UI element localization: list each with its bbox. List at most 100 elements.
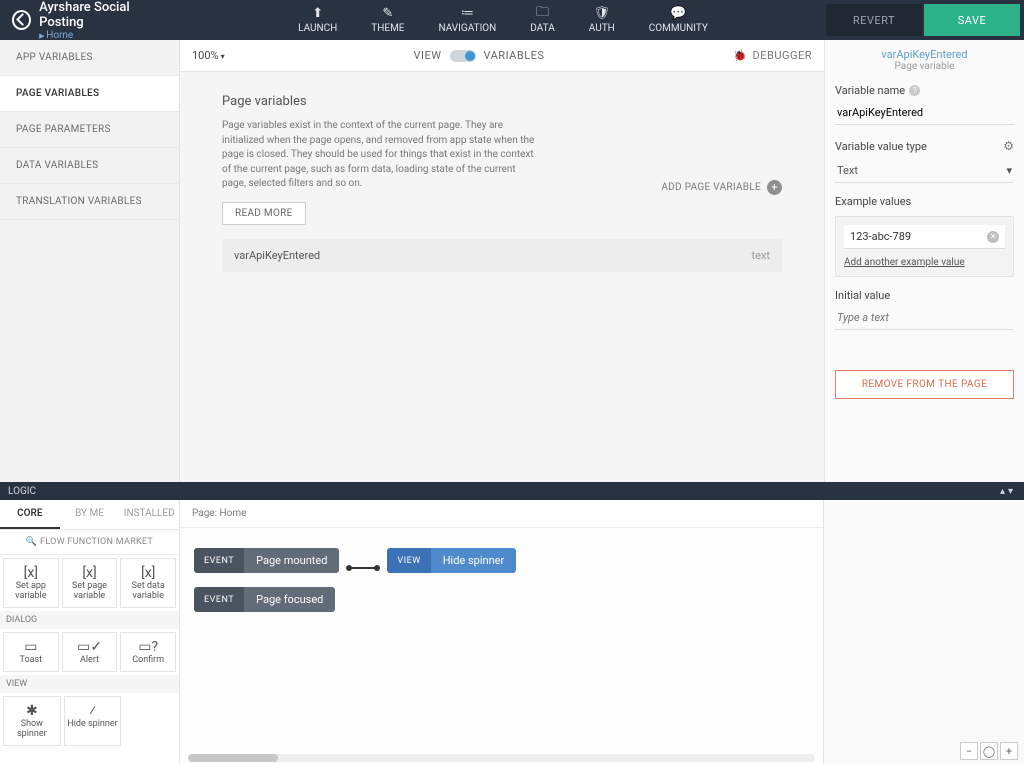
tile-set-data-variable[interactable]: [x]Set data variable: [120, 558, 176, 608]
canvas: 100% VIEW VARIABLES 🐞DEBUGGER Page varia…: [180, 40, 824, 482]
variable-icon: [x]: [6, 565, 56, 581]
tile-toast[interactable]: ▭Toast: [3, 632, 59, 672]
properties-panel: varApiKeyEntered Page variable Variable …: [824, 40, 1024, 482]
canvas-toolbar: 100% VIEW VARIABLES 🐞DEBUGGER: [180, 40, 824, 72]
leftnav-data-variables[interactable]: DATA VARIABLES: [0, 148, 179, 184]
tile-alert[interactable]: ▭✓Alert: [62, 632, 118, 672]
nav-navigation[interactable]: ≔NAVIGATION: [438, 7, 496, 34]
plus-icon: +: [767, 180, 782, 195]
remove-example-icon[interactable]: ✕: [987, 231, 999, 243]
view-label: VIEW: [414, 49, 442, 62]
chevron-down-icon: ▾: [1006, 164, 1012, 177]
variables-label: VARIABLES: [484, 49, 545, 62]
page-variables-title: Page variables: [222, 94, 782, 109]
logic-drawer-bar[interactable]: LOGIC ▴▾: [0, 482, 1024, 500]
leftnav-translation-variables[interactable]: TRANSLATION VARIABLES: [0, 184, 179, 220]
tile-hide-spinner[interactable]: ⁄Hide spinner: [64, 696, 122, 746]
nav-data[interactable]: 🗀DATA: [530, 7, 554, 34]
example-values-label: Example values: [835, 195, 1014, 208]
spinner-icon: ✱: [6, 703, 58, 719]
nav-launch[interactable]: ⬆LAUNCH: [298, 7, 337, 34]
tile-set-page-variable[interactable]: [x]Set page variable: [62, 558, 118, 608]
save-button[interactable]: SAVE: [924, 4, 1020, 36]
node-page-focused[interactable]: EVENTPage focused: [194, 587, 335, 612]
leftnav-app-variables[interactable]: APP VARIABLES: [0, 40, 179, 76]
gear-icon[interactable]: ⚙: [1003, 139, 1014, 153]
zoom-in-button[interactable]: +: [1000, 742, 1018, 760]
logic-canvas: Page: Home EVENTPage mounted VIEWHide sp…: [180, 500, 824, 764]
node-hide-spinner[interactable]: VIEWHide spinner: [387, 548, 516, 573]
tile-set-app-variable[interactable]: [x]Set app variable: [3, 558, 59, 608]
tile-show-spinner[interactable]: ✱Show spinner: [3, 696, 61, 746]
variable-type-label: Variable value type: [835, 140, 927, 153]
top-bar: Ayrshare Social Posting Home ⬆LAUNCH ✎TH…: [0, 0, 1024, 40]
logic-tab-installed[interactable]: INSTALLED: [119, 500, 179, 529]
app-title: Ayrshare Social Posting: [39, 0, 170, 30]
variable-row-name: varApiKeyEntered: [234, 249, 320, 262]
logic-properties-panel: [824, 500, 1024, 764]
tile-confirm[interactable]: ▭?Confirm: [120, 632, 176, 672]
node-page-mounted[interactable]: EVENTPage mounted: [194, 548, 339, 573]
leftnav-page-variables[interactable]: PAGE VARIABLES: [0, 76, 179, 112]
help-icon[interactable]: ?: [909, 85, 920, 96]
shield-icon: 🛡: [589, 7, 615, 21]
selected-variable-kind: Page variable: [835, 61, 1014, 72]
hide-spinner-icon: ⁄: [67, 703, 119, 719]
app-identity: Ayrshare Social Posting Home: [0, 0, 180, 41]
variable-icon: [x]: [123, 565, 173, 581]
zoom-select[interactable]: 100%: [192, 49, 225, 62]
upload-icon: ⬆: [298, 7, 337, 21]
example-values-box: 123-abc-789✕ Add another example value: [835, 216, 1014, 277]
initial-value-label: Initial value: [835, 289, 1014, 302]
add-example-link[interactable]: Add another example value: [844, 257, 1005, 268]
page-variables-desc: Page variables exist in the context of t…: [222, 119, 542, 192]
view-variables-toggle[interactable]: VIEW VARIABLES: [414, 49, 545, 62]
logic-tab-core[interactable]: CORE: [0, 500, 60, 529]
remove-from-page-button[interactable]: REMOVE FROM THE PAGE: [835, 370, 1014, 399]
example-value-row[interactable]: 123-abc-789✕: [844, 225, 1005, 249]
variable-type-select[interactable]: Text▾: [835, 159, 1014, 183]
variable-row-type: text: [752, 249, 771, 262]
nav-community[interactable]: 💬COMMUNITY: [649, 7, 708, 34]
logic-palette: CORE BY ME INSTALLED FLOW FUNCTION MARKE…: [0, 500, 180, 764]
bug-icon: 🐞: [733, 49, 747, 62]
toast-icon: ▭: [6, 639, 56, 655]
read-more-button[interactable]: READ MORE: [222, 202, 306, 225]
revert-button[interactable]: REVERT: [826, 4, 922, 36]
variable-name-input[interactable]: [835, 101, 1014, 125]
zoom-fit-button[interactable]: ◯: [980, 742, 998, 760]
alert-icon: ▭✓: [65, 639, 115, 655]
nav-theme[interactable]: ✎THEME: [371, 7, 404, 34]
flow-area[interactable]: EVENTPage mounted VIEWHide spinner EVENT…: [180, 528, 823, 752]
top-nav: ⬆LAUNCH ✎THEME ≔NAVIGATION 🗀DATA 🛡AUTH 💬…: [180, 7, 826, 34]
zoom-out-button[interactable]: −: [960, 742, 978, 760]
top-actions: REVERT SAVE: [826, 0, 1024, 40]
toggle-icon[interactable]: [450, 50, 476, 62]
app-logo-icon: [12, 10, 31, 30]
nav-auth[interactable]: 🛡AUTH: [589, 7, 615, 34]
left-nav: APP VARIABLES PAGE VARIABLES PAGE PARAME…: [0, 40, 180, 482]
drawer-collapse-icon[interactable]: ▴▾: [1000, 486, 1016, 497]
logic-tab-byme[interactable]: BY ME: [60, 500, 120, 529]
chat-icon: 💬: [649, 7, 708, 21]
logic-page-crumb: Page: Home: [180, 500, 823, 528]
variable-name-label: Variable name?: [835, 84, 1014, 97]
category-view: VIEW: [0, 675, 179, 693]
category-dialog: DIALOG: [0, 611, 179, 629]
flow-zoom-controls: − ◯ +: [960, 742, 1018, 760]
variable-row[interactable]: varApiKeyEntered text: [222, 239, 782, 272]
leftnav-page-parameters[interactable]: PAGE PARAMETERS: [0, 112, 179, 148]
logic-label: LOGIC: [8, 486, 36, 497]
connector: [349, 567, 377, 569]
horizontal-scrollbar[interactable]: [188, 754, 815, 762]
variable-icon: [x]: [65, 565, 115, 581]
confirm-icon: ▭?: [123, 639, 173, 655]
theme-icon: ✎: [371, 7, 404, 21]
initial-value-input[interactable]: [835, 306, 1014, 330]
selected-variable-name: varApiKeyEntered: [835, 48, 1014, 61]
breadcrumb[interactable]: Home: [39, 30, 170, 41]
debugger-button[interactable]: 🐞DEBUGGER: [733, 49, 812, 62]
navigation-icon: ≔: [438, 7, 496, 21]
add-page-variable-button[interactable]: ADD PAGE VARIABLE+: [661, 180, 782, 195]
flow-function-market[interactable]: FLOW FUNCTION MARKET: [0, 530, 179, 555]
